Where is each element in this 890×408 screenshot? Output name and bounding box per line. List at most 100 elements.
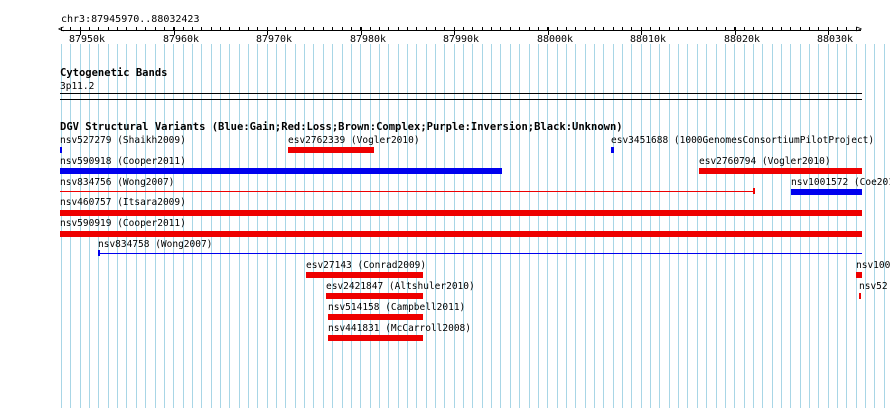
- feature-label[interactable]: nsv590919 (Cooper2011): [60, 218, 186, 229]
- ruler-minor-tick: [566, 27, 567, 31]
- ruler-minor-tick: [126, 27, 127, 31]
- ruler-minor-tick: [201, 27, 202, 31]
- variant-loss-bar[interactable]: [699, 168, 862, 174]
- feature-label[interactable]: nsv527279 (Shaikh2009): [60, 135, 186, 146]
- ruler-minor-tick: [491, 27, 492, 31]
- ruler-minor-tick: [248, 27, 249, 31]
- ruler-minor-tick: [846, 27, 847, 31]
- variant-loss-bar[interactable]: [60, 210, 862, 216]
- ruler-tick-label: 87990k: [442, 34, 480, 45]
- ruler-minor-tick: [117, 27, 118, 31]
- ruler-minor-tick: [472, 27, 473, 31]
- variant-gain-line[interactable]: [98, 253, 862, 254]
- variant-loss-end-marker[interactable]: [753, 188, 755, 194]
- variant-loss-bar[interactable]: [288, 147, 374, 153]
- feature-label[interactable]: nsv834758 (Wong2007): [98, 239, 212, 250]
- ruler-minor-tick: [510, 27, 511, 31]
- ruler-left-arrow: <: [58, 24, 65, 35]
- ruler-minor-tick: [781, 27, 782, 31]
- ruler-minor-tick: [108, 27, 109, 31]
- ruler-minor-tick: [482, 27, 483, 31]
- feature-label[interactable]: esv2421847 (Altshuler2010): [326, 281, 475, 292]
- variant-gain-marker[interactable]: [611, 147, 614, 153]
- ruler-minor-tick: [753, 27, 754, 31]
- feature-label[interactable]: esv27143 (Conrad2009): [306, 260, 426, 271]
- ruler-minor-tick: [257, 27, 258, 31]
- ruler-minor-tick: [89, 27, 90, 31]
- ruler-minor-tick: [463, 27, 464, 31]
- variant-loss-bar[interactable]: [328, 335, 423, 341]
- ruler-minor-tick: [304, 27, 305, 31]
- ruler-minor-tick: [398, 27, 399, 31]
- ruler-minor-tick: [669, 27, 670, 31]
- ruler-minor-tick: [613, 27, 614, 31]
- variant-loss-bar[interactable]: [306, 272, 423, 278]
- ruler-minor-tick: [678, 27, 679, 31]
- variant-loss-bar[interactable]: [328, 314, 423, 320]
- ruler-minor-tick: [426, 27, 427, 31]
- ruler-minor-tick: [622, 27, 623, 31]
- variant-gain-bar[interactable]: [791, 189, 862, 195]
- ruler-minor-tick: [818, 27, 819, 31]
- ruler-minor-tick: [706, 27, 707, 31]
- ruler-minor-tick: [716, 27, 717, 31]
- variant-gain-start-marker[interactable]: [98, 250, 100, 256]
- ruler-minor-tick: [444, 27, 445, 31]
- feature-label[interactable]: nsv441831 (McCarroll2008): [328, 323, 471, 334]
- ruler-minor-tick: [772, 27, 773, 31]
- feature-label[interactable]: esv2762339 (Vogler2010): [288, 135, 420, 146]
- ruler-minor-tick: [603, 27, 604, 31]
- feature-label[interactable]: nsv460757 (Itsara2009): [60, 197, 186, 208]
- ruler-minor-tick: [744, 27, 745, 31]
- variant-loss-marker[interactable]: [859, 293, 861, 299]
- ruler-tick-label: 87960k: [162, 34, 200, 45]
- variant-gain-bar[interactable]: [60, 168, 502, 174]
- ruler-minor-tick: [183, 27, 184, 31]
- feature-label[interactable]: nsv1001: [856, 260, 890, 271]
- ruler-minor-tick: [136, 27, 137, 31]
- ruler-minor-tick: [529, 27, 530, 31]
- variant-loss-bar[interactable]: [856, 272, 862, 278]
- ruler-minor-tick: [697, 27, 698, 31]
- ruler-minor-tick: [790, 27, 791, 31]
- ruler-minor-tick: [800, 27, 801, 31]
- variant-loss-line[interactable]: [60, 191, 754, 192]
- feature-label[interactable]: nsv52: [859, 281, 888, 292]
- ruler-minor-tick: [220, 27, 221, 31]
- ruler-minor-tick: [323, 27, 324, 31]
- variant-gain-marker[interactable]: [60, 147, 62, 153]
- ruler-minor-tick: [70, 27, 71, 31]
- ruler-minor-tick: [313, 27, 314, 31]
- feature-label[interactable]: nsv834756 (Wong2007): [60, 177, 174, 188]
- ruler-minor-tick: [370, 27, 371, 31]
- variant-loss-bar[interactable]: [60, 231, 862, 237]
- ruler-minor-tick: [538, 27, 539, 31]
- ruler-minor-tick: [585, 27, 586, 31]
- ruler-minor-tick: [276, 27, 277, 31]
- ruler-minor-tick: [155, 27, 156, 31]
- feature-label[interactable]: nsv590918 (Cooper2011): [60, 156, 186, 167]
- ruler-minor-tick: [388, 27, 389, 31]
- ruler-axis: [61, 30, 861, 31]
- feature-label[interactable]: esv3451688 (1000GenomesConsortiumPilotPr…: [611, 135, 874, 146]
- feature-label[interactable]: nsv1001572 (Coe2014): [791, 177, 890, 188]
- cytoband-label: 3p11.2: [60, 81, 95, 92]
- ruler-tick-label: 87980k: [349, 34, 387, 45]
- feature-label[interactable]: nsv514158 (Campbell2011): [328, 302, 465, 313]
- ruler-minor-tick: [295, 27, 296, 31]
- cytoband-line-top: [60, 93, 862, 94]
- feature-label[interactable]: esv2760794 (Vogler2010): [699, 156, 831, 167]
- cytoband-track-title: Cytogenetic Bands: [60, 67, 168, 79]
- dgv-track-title: DGV Structural Variants (Blue:Gain;Red:L…: [60, 121, 623, 133]
- ruler-minor-tick: [145, 27, 146, 31]
- ruler-tick-label: 88010k: [629, 34, 667, 45]
- ruler-minor-tick: [192, 27, 193, 31]
- ruler-tick-label: 88030k: [816, 34, 854, 45]
- ruler-minor-tick: [557, 27, 558, 31]
- ruler-minor-tick: [342, 27, 343, 31]
- variant-loss-bar[interactable]: [326, 293, 423, 299]
- ruler-tick-label: 87970k: [255, 34, 293, 45]
- ruler-minor-tick: [837, 27, 838, 31]
- ruler-tick-label: 88020k: [723, 34, 761, 45]
- ruler-minor-tick: [164, 27, 165, 31]
